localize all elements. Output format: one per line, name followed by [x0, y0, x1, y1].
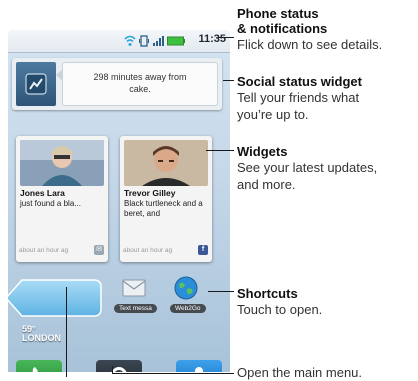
- shortcut-web2go[interactable]: Web2Go: [164, 276, 208, 320]
- callout-line-shortcuts: [208, 291, 234, 292]
- annotation-description: Flick down to see details.: [237, 37, 383, 52]
- signal-icon: [153, 36, 164, 46]
- widget-update-text: just found a bla...: [20, 199, 81, 208]
- shortcut-label: Web2Go: [170, 304, 206, 313]
- phone-icon: [32, 367, 38, 372]
- facebook-icon: f: [198, 245, 208, 255]
- callout-line-social: [223, 80, 234, 81]
- annotation-description: See your latest updates,: [237, 160, 378, 175]
- contacts-icon: [195, 367, 203, 372]
- shortcut-label: Text messa: [114, 304, 157, 313]
- annotation-title: Shortcuts: [237, 286, 298, 301]
- dock: [8, 360, 230, 372]
- social-status-icon: [16, 62, 56, 106]
- widget-update-text: Black turtleneck and a beret, and: [124, 199, 203, 218]
- widget-card-jones-lara[interactable]: Jones Lara just found a bla... about an …: [16, 136, 108, 262]
- main-menu-button[interactable]: [96, 360, 142, 372]
- annotation-widgets: Widgets See your latest updates, and mor…: [237, 144, 417, 193]
- phone-button[interactable]: [16, 360, 62, 372]
- annotation-social-status: Social status widget Tell your friends w…: [237, 74, 417, 123]
- contact-photo: [124, 140, 208, 186]
- callout-line-widgets: [206, 150, 234, 151]
- annotation-main-menu: Open the main menu.: [237, 365, 363, 380]
- annotation-title: Widgets: [237, 144, 288, 159]
- status-time: 11:35: [198, 33, 226, 45]
- widget-name: Jones Lara: [20, 188, 65, 198]
- annotation-description: Touch to open.: [237, 302, 323, 317]
- status-bar[interactable]: 11:35: [8, 30, 230, 53]
- widget-name: Trevor Gilley: [124, 188, 176, 198]
- annotation-title: Phone status: [237, 6, 319, 21]
- widget-card-trevor-gilley[interactable]: Trevor Gilley Black turtleneck and a ber…: [120, 136, 212, 262]
- social-status-widget[interactable]: 298 minutes away from cake.: [12, 58, 222, 110]
- wifi-icon: [124, 35, 136, 46]
- annotation-title: Social status widget: [237, 74, 362, 89]
- annotation-title: & notifications: [237, 21, 328, 36]
- message-icon: ✉: [94, 245, 104, 255]
- callout-line-menu-h: [112, 373, 234, 374]
- widget-timestamp: about an hour ag: [19, 247, 69, 254]
- annotation-description: and more.: [237, 177, 296, 192]
- weather-city: LONDON: [22, 333, 61, 343]
- social-status-text: 298 minutes away from cake.: [56, 62, 218, 106]
- globe-icon: [174, 276, 198, 300]
- drag-tab-arrow[interactable]: [8, 278, 102, 318]
- contact-photo: [20, 140, 104, 186]
- annotation-description: you’re up to.: [237, 107, 309, 122]
- widget-timestamp: about an hour ag: [123, 247, 173, 254]
- annotation-shortcuts: Shortcuts Touch to open.: [237, 286, 417, 318]
- vibrate-icon: [139, 35, 149, 47]
- battery-icon: [167, 36, 185, 46]
- callout-line-status: [218, 37, 234, 38]
- contacts-button[interactable]: [176, 360, 222, 372]
- annotation-status: Phone status & notifications Flick down …: [237, 6, 417, 53]
- callout-line-drag: [66, 287, 67, 377]
- phone-home-screen: 11:35 298 minutes away from cake. Jones …: [8, 30, 230, 372]
- envelope-icon: [122, 279, 146, 297]
- annotation-description: Tell your friends what: [237, 90, 360, 105]
- shortcut-text-messaging[interactable]: Text messa: [114, 276, 157, 320]
